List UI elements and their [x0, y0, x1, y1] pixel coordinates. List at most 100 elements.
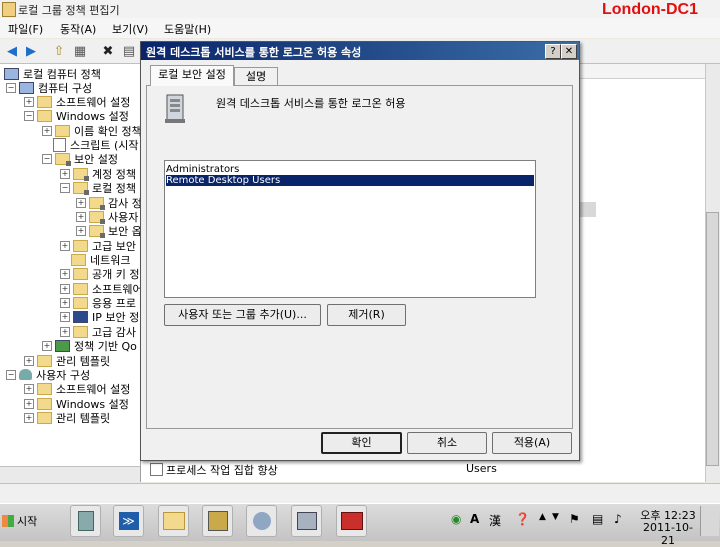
tree-item-label: Windows 설정	[56, 109, 129, 123]
ok-button[interactable]: 확인	[321, 432, 402, 454]
tree-horizontal-scrollbar[interactable]	[0, 466, 140, 483]
column-header[interactable]	[576, 64, 706, 79]
expand-icon[interactable]: +	[60, 240, 70, 251]
expand-icon[interactable]: +	[60, 268, 70, 279]
tray-expand-icon[interactable]: ▲	[539, 512, 546, 522]
back-icon[interactable]: ◀	[3, 42, 21, 60]
network-admin-icon[interactable]	[246, 505, 277, 537]
collapse-icon[interactable]: −	[6, 82, 16, 93]
menu-action[interactable]: 동작(A)	[60, 21, 96, 37]
folder-icon	[73, 296, 88, 309]
folder-icon	[37, 109, 52, 122]
expand-icon[interactable]: +	[60, 283, 70, 294]
collapse-icon[interactable]: −	[24, 110, 34, 121]
tree-item-windows-settings[interactable]: − Windows 설정	[24, 108, 129, 123]
dialog-close-button[interactable]: ✕	[561, 44, 577, 59]
server-icon	[165, 94, 185, 123]
action-center-flag-icon[interactable]: ⚑	[569, 512, 580, 526]
properties-icon[interactable]: ▤	[120, 42, 138, 60]
expand-icon[interactable]: +	[24, 355, 34, 366]
menu-view[interactable]: 보기(V)	[112, 21, 148, 37]
powershell-icon[interactable]: ≫	[113, 505, 144, 537]
member-item-remote-desktop-users[interactable]: Remote Desktop Users	[166, 175, 534, 186]
gpmc-icon[interactable]	[202, 505, 233, 537]
tree-item-label: 보안 설정	[74, 152, 118, 166]
status-bar	[0, 483, 720, 504]
server-manager-icon[interactable]	[70, 505, 101, 537]
cancel-button[interactable]: 취소	[407, 432, 487, 454]
toolbox-icon[interactable]	[336, 505, 367, 537]
tree-item-label: 소프트웨어 설정	[56, 382, 131, 396]
folder-lock-icon	[73, 181, 89, 195]
collapse-icon[interactable]: −	[60, 182, 70, 193]
folder-icon	[73, 325, 88, 338]
console-tree: 로컬 컴퓨터 정책 − 컴퓨터 구성 + 소프트웨어 설정 − Windows …	[0, 64, 141, 482]
tab-explain[interactable]: 설명	[234, 67, 278, 86]
tray-collapse-icon[interactable]: ▼	[552, 512, 559, 522]
volume-icon[interactable]: ♪	[614, 512, 622, 526]
expand-icon[interactable]: +	[60, 311, 70, 322]
expand-icon[interactable]: +	[76, 225, 86, 236]
scrollbar-thumb[interactable]	[706, 212, 719, 466]
tree-item-ip-security[interactable]: + IP 보안 정	[60, 309, 139, 324]
expand-icon[interactable]: +	[76, 211, 86, 222]
expand-icon[interactable]: +	[24, 412, 34, 423]
expand-icon[interactable]: +	[24, 398, 34, 409]
tree-item-label: 로컬 정책	[92, 181, 136, 195]
window-title: 로컬 그룹 정책 편집기	[18, 4, 120, 17]
menu-bar	[0, 18, 720, 38]
tree-item-public-key[interactable]: + 공개 키 정	[60, 266, 139, 281]
apply-button[interactable]: 적용(A)	[492, 432, 572, 454]
expand-icon[interactable]: +	[60, 168, 70, 179]
expand-icon[interactable]: +	[24, 383, 34, 394]
menu-file[interactable]: 파일(F)	[8, 21, 43, 37]
expand-icon[interactable]: +	[60, 326, 70, 337]
hanja-mode[interactable]: 漢	[489, 512, 501, 529]
selected-row-highlight	[578, 202, 596, 217]
folder-icon	[37, 354, 52, 367]
computer-icon	[19, 81, 34, 94]
collapse-icon[interactable]: −	[6, 369, 16, 380]
help-button[interactable]: ?	[545, 44, 561, 59]
language-icon[interactable]: ◉	[451, 512, 461, 526]
collapse-icon[interactable]: −	[42, 153, 52, 164]
policy-row-name[interactable]: 프로세스 작업 집합 향상	[166, 462, 278, 478]
tree-item-policy-qos[interactable]: + 정책 기반 Qo	[42, 338, 137, 353]
tree-item-label: 보안 옵	[108, 224, 141, 238]
member-item-administrators[interactable]: Administrators	[166, 164, 534, 175]
delete-icon[interactable]: ✖	[99, 42, 117, 60]
up-folder-icon[interactable]: ⇧	[50, 42, 68, 60]
tree-item-security-options[interactable]: + 보안 옵	[76, 223, 141, 238]
expand-icon[interactable]: +	[76, 197, 86, 208]
tree-item-user-admin-templates[interactable]: + 관리 템플릿	[24, 410, 110, 425]
explorer-icon[interactable]	[158, 505, 189, 537]
tree-item-label: IP 보안 정	[92, 310, 140, 324]
user-icon	[19, 369, 32, 380]
ime-mode[interactable]: A	[470, 512, 479, 526]
policy-name: 원격 데스크톱 서비스를 통한 로그온 허용	[216, 97, 406, 110]
host-label: London-DC1	[602, 1, 698, 18]
ime-help-icon[interactable]: ❓	[515, 512, 530, 526]
add-user-or-group-button[interactable]: 사용자 또는 그룹 추가(U)...	[164, 304, 321, 326]
tree-item-label: 정책 기반 Qo	[74, 339, 137, 353]
tab-local-security-setting[interactable]: 로컬 보안 설정	[150, 65, 234, 86]
forward-icon[interactable]: ▶	[22, 42, 40, 60]
folder-icon	[37, 95, 52, 108]
tree-item-user-software[interactable]: + 소프트웨어 설정	[24, 381, 130, 396]
clock-date[interactable]: 2011-10-21	[640, 521, 696, 547]
menu-help[interactable]: 도움말(H)	[164, 21, 211, 37]
remove-button[interactable]: 제거(R)	[327, 304, 406, 326]
show-tree-icon[interactable]: ▦	[71, 42, 89, 60]
network-tray-icon[interactable]: ▤	[592, 512, 603, 526]
folder-icon	[73, 267, 88, 280]
expand-icon[interactable]: +	[24, 96, 34, 107]
tree-item-local-policies[interactable]: − 로컬 정책	[60, 180, 136, 195]
start-button[interactable]: 시작	[2, 507, 46, 535]
tree-item-security-settings[interactable]: − 보안 설정	[42, 151, 118, 166]
expand-icon[interactable]: +	[42, 125, 52, 136]
expand-icon[interactable]: +	[60, 297, 70, 308]
folder-lock-icon	[89, 224, 105, 238]
expand-icon[interactable]: +	[42, 340, 52, 351]
show-desktop-button[interactable]	[700, 506, 719, 536]
server-tools-icon[interactable]	[291, 505, 322, 537]
